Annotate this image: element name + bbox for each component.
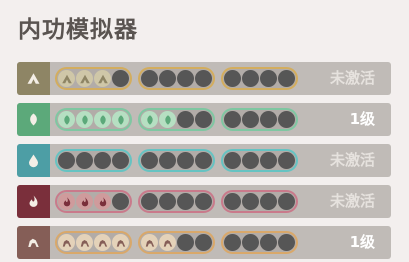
active-slot-ore-icon[interactable]	[159, 234, 176, 251]
empty-slot[interactable]	[224, 70, 241, 87]
empty-slot[interactable]	[195, 234, 212, 251]
empty-slot[interactable]	[177, 111, 194, 128]
empty-slot[interactable]	[141, 70, 158, 87]
empty-slot[interactable]	[177, 234, 194, 251]
skill-group-3[interactable]	[221, 108, 298, 131]
active-slot-flame-icon[interactable]	[58, 193, 75, 210]
mountain-icon	[17, 62, 50, 95]
empty-slot[interactable]	[278, 193, 295, 210]
empty-slot[interactable]	[278, 70, 295, 87]
empty-slot[interactable]	[224, 193, 241, 210]
empty-slot[interactable]	[159, 152, 176, 169]
active-slot-mountain-icon[interactable]	[58, 70, 75, 87]
status-label: 未激活	[329, 151, 375, 169]
active-slot-flame-icon[interactable]	[76, 193, 93, 210]
empty-slot[interactable]	[195, 111, 212, 128]
status-label: 1级	[349, 110, 375, 128]
element-row-water[interactable]: 未激活	[17, 144, 391, 177]
skill-group-1[interactable]	[55, 108, 132, 131]
skill-group-3[interactable]	[221, 149, 298, 172]
empty-slot[interactable]	[58, 152, 75, 169]
status-label: 1级	[349, 233, 375, 251]
element-row-fire[interactable]: 未激活	[17, 185, 391, 218]
element-rows: 未激活 1级 未激活 未激活 1级	[17, 62, 391, 262]
element-row-metal[interactable]: 1级	[17, 226, 391, 259]
active-slot-leaf-icon[interactable]	[159, 111, 176, 128]
active-slot-ore-icon[interactable]	[141, 234, 158, 251]
skill-group-2[interactable]	[138, 108, 215, 131]
skill-group-1[interactable]	[55, 149, 132, 172]
empty-slot[interactable]	[278, 234, 295, 251]
empty-slot[interactable]	[242, 193, 259, 210]
active-slot-leaf-icon[interactable]	[141, 111, 158, 128]
empty-slot[interactable]	[242, 111, 259, 128]
empty-slot[interactable]	[195, 152, 212, 169]
active-slot-mountain-icon[interactable]	[76, 70, 93, 87]
active-slot-leaf-icon[interactable]	[94, 111, 111, 128]
empty-slot[interactable]	[242, 152, 259, 169]
skill-groups	[55, 107, 304, 132]
active-slot-mountain-icon[interactable]	[94, 70, 111, 87]
skill-group-2[interactable]	[138, 190, 215, 213]
active-slot-ore-icon[interactable]	[76, 234, 93, 251]
skill-group-2[interactable]	[138, 67, 215, 90]
empty-slot[interactable]	[242, 234, 259, 251]
active-slot-leaf-icon[interactable]	[58, 111, 75, 128]
empty-slot[interactable]	[177, 193, 194, 210]
page-title: 内功模拟器	[18, 17, 138, 43]
skill-group-3[interactable]	[221, 67, 298, 90]
leaf-icon	[17, 103, 50, 136]
empty-slot[interactable]	[195, 70, 212, 87]
empty-slot[interactable]	[76, 152, 93, 169]
element-row-earth[interactable]: 未激活	[17, 62, 391, 95]
empty-slot[interactable]	[195, 193, 212, 210]
element-row-wood[interactable]: 1级	[17, 103, 391, 136]
empty-slot[interactable]	[224, 111, 241, 128]
skill-groups	[55, 148, 304, 173]
empty-slot[interactable]	[260, 152, 277, 169]
skill-groups	[55, 230, 304, 255]
skill-groups	[55, 66, 304, 91]
active-slot-leaf-icon[interactable]	[76, 111, 93, 128]
status-label: 未激活	[329, 69, 375, 87]
active-slot-ore-icon[interactable]	[58, 234, 75, 251]
empty-slot[interactable]	[112, 70, 129, 87]
skill-group-2[interactable]	[138, 149, 215, 172]
empty-slot[interactable]	[177, 70, 194, 87]
skill-groups	[55, 189, 304, 214]
active-slot-flame-icon[interactable]	[94, 193, 111, 210]
active-slot-ore-icon[interactable]	[94, 234, 111, 251]
skill-group-1[interactable]	[55, 67, 132, 90]
empty-slot[interactable]	[260, 70, 277, 87]
ore-icon	[17, 226, 50, 259]
skill-group-3[interactable]	[221, 190, 298, 213]
skill-group-3[interactable]	[221, 231, 298, 254]
empty-slot[interactable]	[141, 193, 158, 210]
active-slot-leaf-icon[interactable]	[112, 111, 129, 128]
empty-slot[interactable]	[141, 152, 158, 169]
empty-slot[interactable]	[260, 111, 277, 128]
empty-slot[interactable]	[112, 152, 129, 169]
skill-group-1[interactable]	[55, 190, 132, 213]
active-slot-ore-icon[interactable]	[112, 234, 129, 251]
empty-slot[interactable]	[94, 152, 111, 169]
skill-group-2[interactable]	[138, 231, 215, 254]
skill-group-1[interactable]	[55, 231, 132, 254]
empty-slot[interactable]	[260, 193, 277, 210]
empty-slot[interactable]	[159, 193, 176, 210]
empty-slot[interactable]	[112, 193, 129, 210]
empty-slot[interactable]	[159, 70, 176, 87]
empty-slot[interactable]	[260, 234, 277, 251]
water-drop-icon	[17, 144, 50, 177]
status-label: 未激活	[329, 192, 375, 210]
empty-slot[interactable]	[224, 152, 241, 169]
empty-slot[interactable]	[278, 111, 295, 128]
empty-slot[interactable]	[278, 152, 295, 169]
flame-icon	[17, 185, 50, 218]
empty-slot[interactable]	[177, 152, 194, 169]
empty-slot[interactable]	[224, 234, 241, 251]
empty-slot[interactable]	[242, 70, 259, 87]
